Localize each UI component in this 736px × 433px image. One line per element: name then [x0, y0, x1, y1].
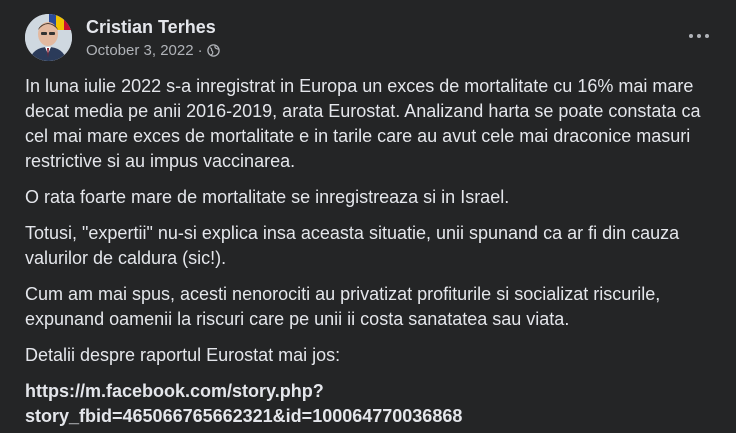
post-date[interactable]: October 3, 2022 [86, 42, 194, 60]
author-name[interactable]: Cristian Terhes [86, 16, 220, 38]
post-meta: Cristian Terhes October 3, 2022 · [86, 16, 220, 60]
story-link[interactable]: https://m.facebook.com/story.php? story_… [25, 379, 715, 429]
post-header: Cristian Terhes October 3, 2022 · [25, 14, 220, 61]
post-paragraph: Detalii despre raportul Eurostat mai jos… [25, 345, 341, 365]
facebook-post: Cristian Terhes October 3, 2022 · In lun… [0, 0, 736, 433]
story-link-line2: story_fbid=465066765662321&id=1000647700… [25, 406, 463, 426]
post-subline: October 3, 2022 · [86, 42, 220, 60]
globe-icon[interactable] [206, 44, 220, 57]
story-link-line1: https://m.facebook.com/story.php? [25, 381, 324, 401]
post-paragraph: Totusi, "expertii" nu-si explica insa ac… [25, 223, 680, 268]
post-content: In luna iulie 2022 s-a inregistrat in Eu… [25, 74, 715, 429]
avatar-image [25, 14, 72, 61]
post-paragraph: Cum am mai spus, acesti nenorociti au pr… [25, 284, 661, 329]
more-options-icon[interactable] [684, 24, 714, 48]
avatar[interactable] [25, 14, 72, 61]
post-paragraph: O rata foarte mare de mortalitate se inr… [25, 187, 510, 207]
separator: · [197, 41, 203, 59]
post-paragraph: In luna iulie 2022 s-a inregistrat in Eu… [25, 76, 701, 171]
